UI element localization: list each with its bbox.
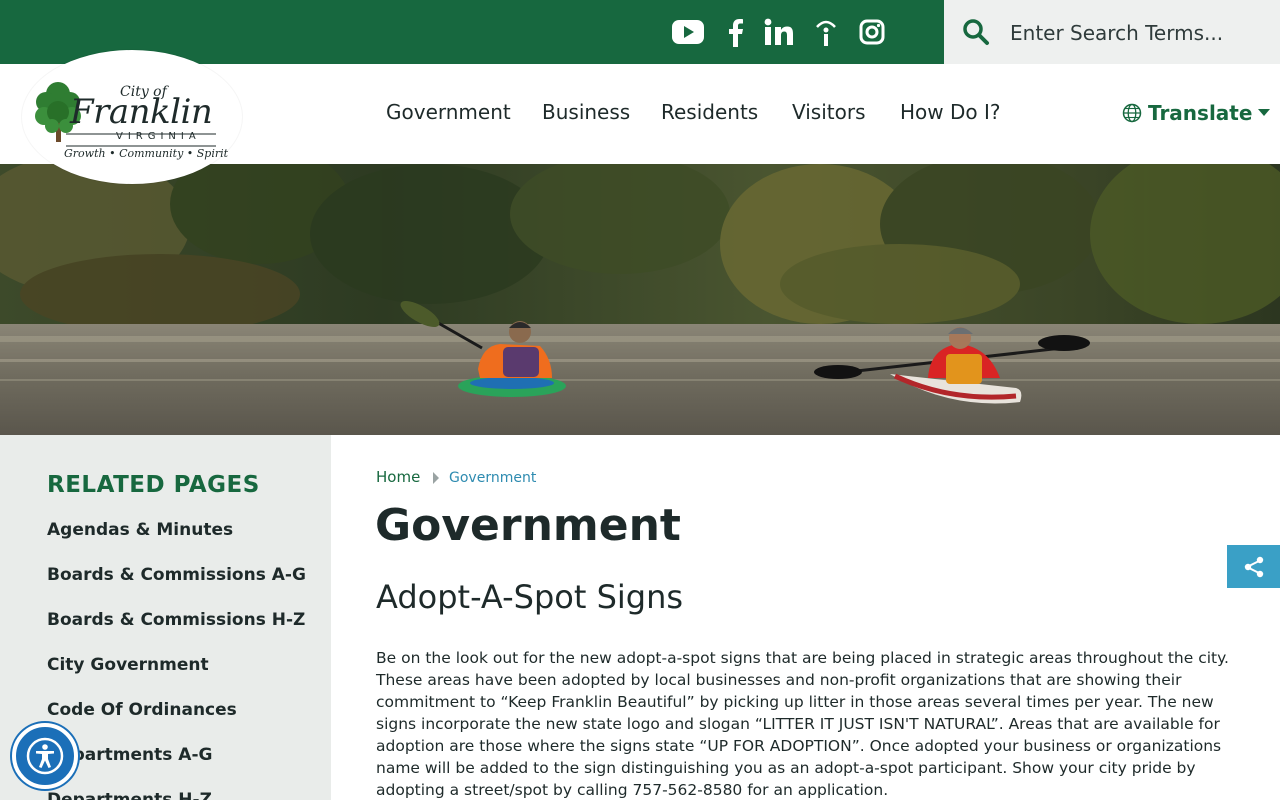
share-button[interactable]: [1227, 545, 1280, 588]
sidebar-link-city-government[interactable]: City Government: [47, 655, 209, 675]
breadcrumb-home[interactable]: Home: [376, 468, 420, 486]
search-icon[interactable]: [962, 18, 990, 51]
breadcrumb-chevron-icon: [432, 471, 440, 489]
nav-how-do-i[interactable]: How Do I?: [900, 100, 1001, 124]
youtube-link[interactable]: [670, 0, 706, 64]
sidebar-link-agendas[interactable]: Agendas & Minutes: [47, 520, 233, 540]
search-box: [944, 0, 1280, 64]
accessibility-button[interactable]: [12, 723, 78, 789]
section-title: Adopt-A-Spot Signs: [376, 578, 684, 616]
linkedin-link[interactable]: [761, 0, 797, 64]
nav-government[interactable]: Government: [386, 100, 511, 124]
sidebar-link-boards-a-g[interactable]: Boards & Commissions A-G: [47, 565, 306, 585]
breadcrumb-current[interactable]: Government: [449, 470, 536, 486]
facebook-icon[interactable]: [717, 14, 753, 50]
facebook-link[interactable]: [717, 0, 753, 64]
share-icon: [1244, 556, 1263, 577]
globe-icon: [1122, 103, 1142, 123]
body-paragraph: Be on the look out for the new adopt-a-s…: [376, 649, 1229, 799]
sidebar-link-departments-h-z[interactable]: Departments H-Z: [47, 790, 212, 800]
page-title: Government: [375, 500, 681, 551]
hero-image: [0, 164, 1280, 435]
logo-franklin-text: Franklin: [70, 92, 213, 132]
nav-residents[interactable]: Residents: [661, 100, 758, 124]
translate-label: Translate: [1148, 101, 1253, 125]
instagram-icon[interactable]: [854, 14, 890, 50]
sidebar-link-boards-h-z[interactable]: Boards & Commissions H-Z: [47, 610, 305, 630]
youtube-icon[interactable]: [670, 14, 706, 50]
related-pages-title: RELATED PAGES: [47, 472, 260, 498]
info-app-link[interactable]: [808, 0, 844, 64]
nav-visitors[interactable]: Visitors: [792, 100, 866, 124]
instagram-link[interactable]: [854, 0, 890, 64]
accessibility-icon: [26, 737, 64, 775]
search-input[interactable]: [1010, 16, 1260, 50]
info-app-icon[interactable]: [808, 14, 844, 50]
translate-button[interactable]: Translate: [1122, 101, 1271, 125]
nav-business[interactable]: Business: [542, 100, 630, 124]
linkedin-icon[interactable]: [761, 14, 797, 50]
logo-tagline: Growth • Community • Spirit: [64, 147, 229, 160]
caret-down-icon: [1258, 109, 1271, 116]
logo-state-text: VIRGINIA: [116, 131, 201, 142]
sidebar-link-code-of-ordinances[interactable]: Code Of Ordinances: [47, 700, 237, 720]
top-bar: [0, 0, 1280, 64]
